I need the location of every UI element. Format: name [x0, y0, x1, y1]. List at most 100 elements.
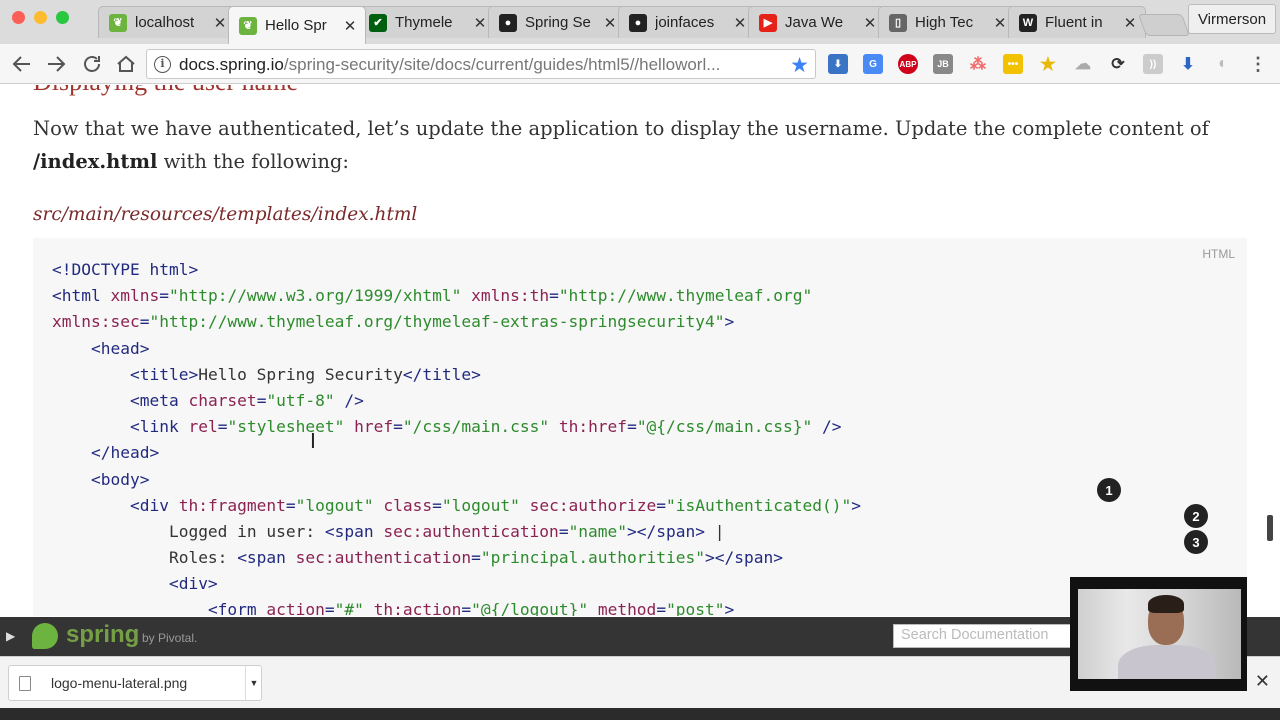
code-line: <head> [52, 336, 861, 362]
code-token: = [432, 495, 442, 515]
code-token: Hello Spring Security [198, 364, 403, 384]
bookmark-star-icon[interactable]: ★ [790, 53, 809, 78]
code-token: <!DOCTYPE html> [52, 260, 199, 279]
home-button[interactable] [114, 52, 138, 76]
code-token: Roles: [168, 548, 238, 568]
code-line: <body> [52, 467, 861, 493]
tab-5[interactable]: ● joinfaces ✕ [618, 6, 756, 38]
forward-button[interactable] [44, 52, 68, 76]
code-token: class [383, 495, 433, 515]
code-token: = [393, 417, 403, 437]
search-documentation-input[interactable]: Search Documentation [893, 624, 1083, 648]
youtube-icon: ▶ [759, 13, 777, 32]
sync-extension-icon[interactable]: ⟳ [1108, 54, 1128, 74]
code-token: "name" [568, 521, 628, 541]
tab-close-icon[interactable]: ✕ [473, 14, 487, 32]
translate-extension-icon[interactable]: G [863, 54, 883, 74]
code-block[interactable]: HTML <!DOCTYPE html> <html xmlns="http://… [33, 238, 1247, 616]
code-token: "logout" [441, 495, 520, 515]
tab-7[interactable]: ▯ High Tec ✕ [878, 6, 1016, 38]
code-token: <body> [90, 469, 150, 489]
code-listing[interactable]: <!DOCTYPE html> <html xmlns="http://www.w… [52, 257, 861, 616]
code-token: href [354, 417, 394, 437]
github-icon: ● [499, 13, 517, 32]
tab-3[interactable]: ✔ Thymele ✕ [358, 6, 496, 38]
code-token: method [597, 600, 657, 616]
jb-extension-icon[interactable]: JB [933, 54, 953, 74]
forward-arrow-icon [48, 56, 66, 72]
download-item[interactable]: logo-menu-lateral.png ▼ [8, 665, 262, 701]
code-token: > [724, 600, 735, 616]
code-token: rel [188, 417, 218, 437]
tab-6[interactable]: ▶ Java We ✕ [748, 6, 886, 38]
tab-1[interactable]: ❦ localhost ✕ [98, 6, 236, 38]
tab-title: Java We [785, 14, 844, 31]
tab-close-icon[interactable]: ✕ [603, 14, 617, 32]
url-text[interactable]: docs.spring.io/spring-security/site/docs… [179, 55, 720, 75]
code-token: <html [52, 286, 111, 306]
dots-extension-icon[interactable]: ••• [1003, 54, 1023, 74]
back-button[interactable] [10, 52, 34, 76]
reload-button[interactable] [80, 52, 104, 76]
chrome-menu-icon[interactable]: ⋮ [1248, 54, 1268, 74]
zoom-window-button[interactable] [56, 11, 69, 24]
favorite-extension-icon[interactable]: ★ [1038, 54, 1058, 74]
spring-leaf-icon: ❦ [239, 16, 257, 35]
swirl-extension-icon[interactable]: ◐ [1213, 54, 1233, 74]
code-token: th:action [373, 600, 462, 616]
tab-title: localhost [135, 14, 195, 31]
tab-4[interactable]: ● Spring Se ✕ [488, 6, 626, 38]
home-icon [117, 55, 135, 72]
tab-close-icon[interactable]: ✕ [993, 14, 1007, 32]
pin-extension-icon[interactable]: ⬇ [1178, 54, 1198, 74]
spring-logo-icon[interactable] [32, 623, 58, 649]
tab-2[interactable]: ❦ Hello Spr ✕ [228, 6, 366, 44]
profile-button[interactable]: Virmerson [1188, 4, 1276, 34]
code-token: = [627, 417, 637, 437]
code-token: "http://www.w3.org/1999/xhtml" [168, 286, 462, 306]
site-info-icon[interactable]: i [154, 56, 171, 73]
new-tab-button[interactable] [1137, 14, 1191, 36]
code-token: = [558, 521, 569, 541]
tab-close-icon[interactable]: ✕ [343, 17, 357, 35]
code-line: <meta charset="utf-8" /> [52, 388, 861, 414]
url-host: docs.spring.io [179, 55, 284, 74]
expand-arrow-icon[interactable]: ▶ [6, 629, 15, 643]
code-token: sec:authorize [529, 495, 657, 515]
download-menu-button[interactable]: ▼ [245, 666, 262, 700]
code-token: "logout" [295, 495, 374, 515]
spring-logo-text[interactable]: spring [66, 621, 139, 649]
thymeleaf-icon: ✔ [369, 13, 387, 32]
address-bar[interactable]: i docs.spring.io/spring-security/site/do… [146, 49, 816, 79]
asana-extension-icon[interactable]: ⁂ [968, 54, 988, 74]
adblock-extension-icon[interactable]: ABP [898, 54, 918, 74]
close-shelf-icon[interactable]: ✕ [1255, 671, 1270, 692]
code-token: "@{/logout}" [471, 600, 589, 616]
pivotal-byline: by Pivotal. [142, 631, 198, 645]
tab-close-icon[interactable]: ✕ [1123, 14, 1137, 32]
code-token: = [139, 312, 150, 332]
tab-close-icon[interactable]: ✕ [213, 14, 227, 32]
minimize-window-button[interactable] [34, 11, 47, 24]
scrollbar-thumb[interactable] [1267, 515, 1273, 541]
code-language-label: HTML [1202, 247, 1235, 261]
tab-8[interactable]: W Fluent in ✕ [1008, 6, 1146, 38]
code-token: /> [812, 417, 842, 437]
code-token: <div [129, 495, 179, 515]
tab-close-icon[interactable]: ✕ [733, 14, 747, 32]
code-line: <div th:fragment="logout" class="logout"… [52, 493, 861, 519]
code-token: "principal.authorities" [480, 548, 706, 568]
close-window-button[interactable] [12, 11, 25, 24]
tab-strip: ❦ localhost ✕ ❦ Hello Spr ✕ ✔ Thymele ✕ ● Spring S… [0, 0, 1280, 44]
code-line: xmlns:sec="http://www.thymeleaf.org/thym… [52, 309, 861, 335]
download-extension-icon[interactable]: ⬇ [828, 54, 848, 74]
download-file-name[interactable]: logo-menu-lateral.png [51, 675, 187, 691]
tab-close-icon[interactable]: ✕ [863, 14, 877, 32]
rss-extension-icon[interactable]: )) [1143, 54, 1163, 74]
code-line: Logged in user: <span sec:authentication… [52, 519, 861, 545]
cloud-extension-icon[interactable]: ☁ [1073, 54, 1093, 74]
code-token: > [724, 312, 735, 332]
